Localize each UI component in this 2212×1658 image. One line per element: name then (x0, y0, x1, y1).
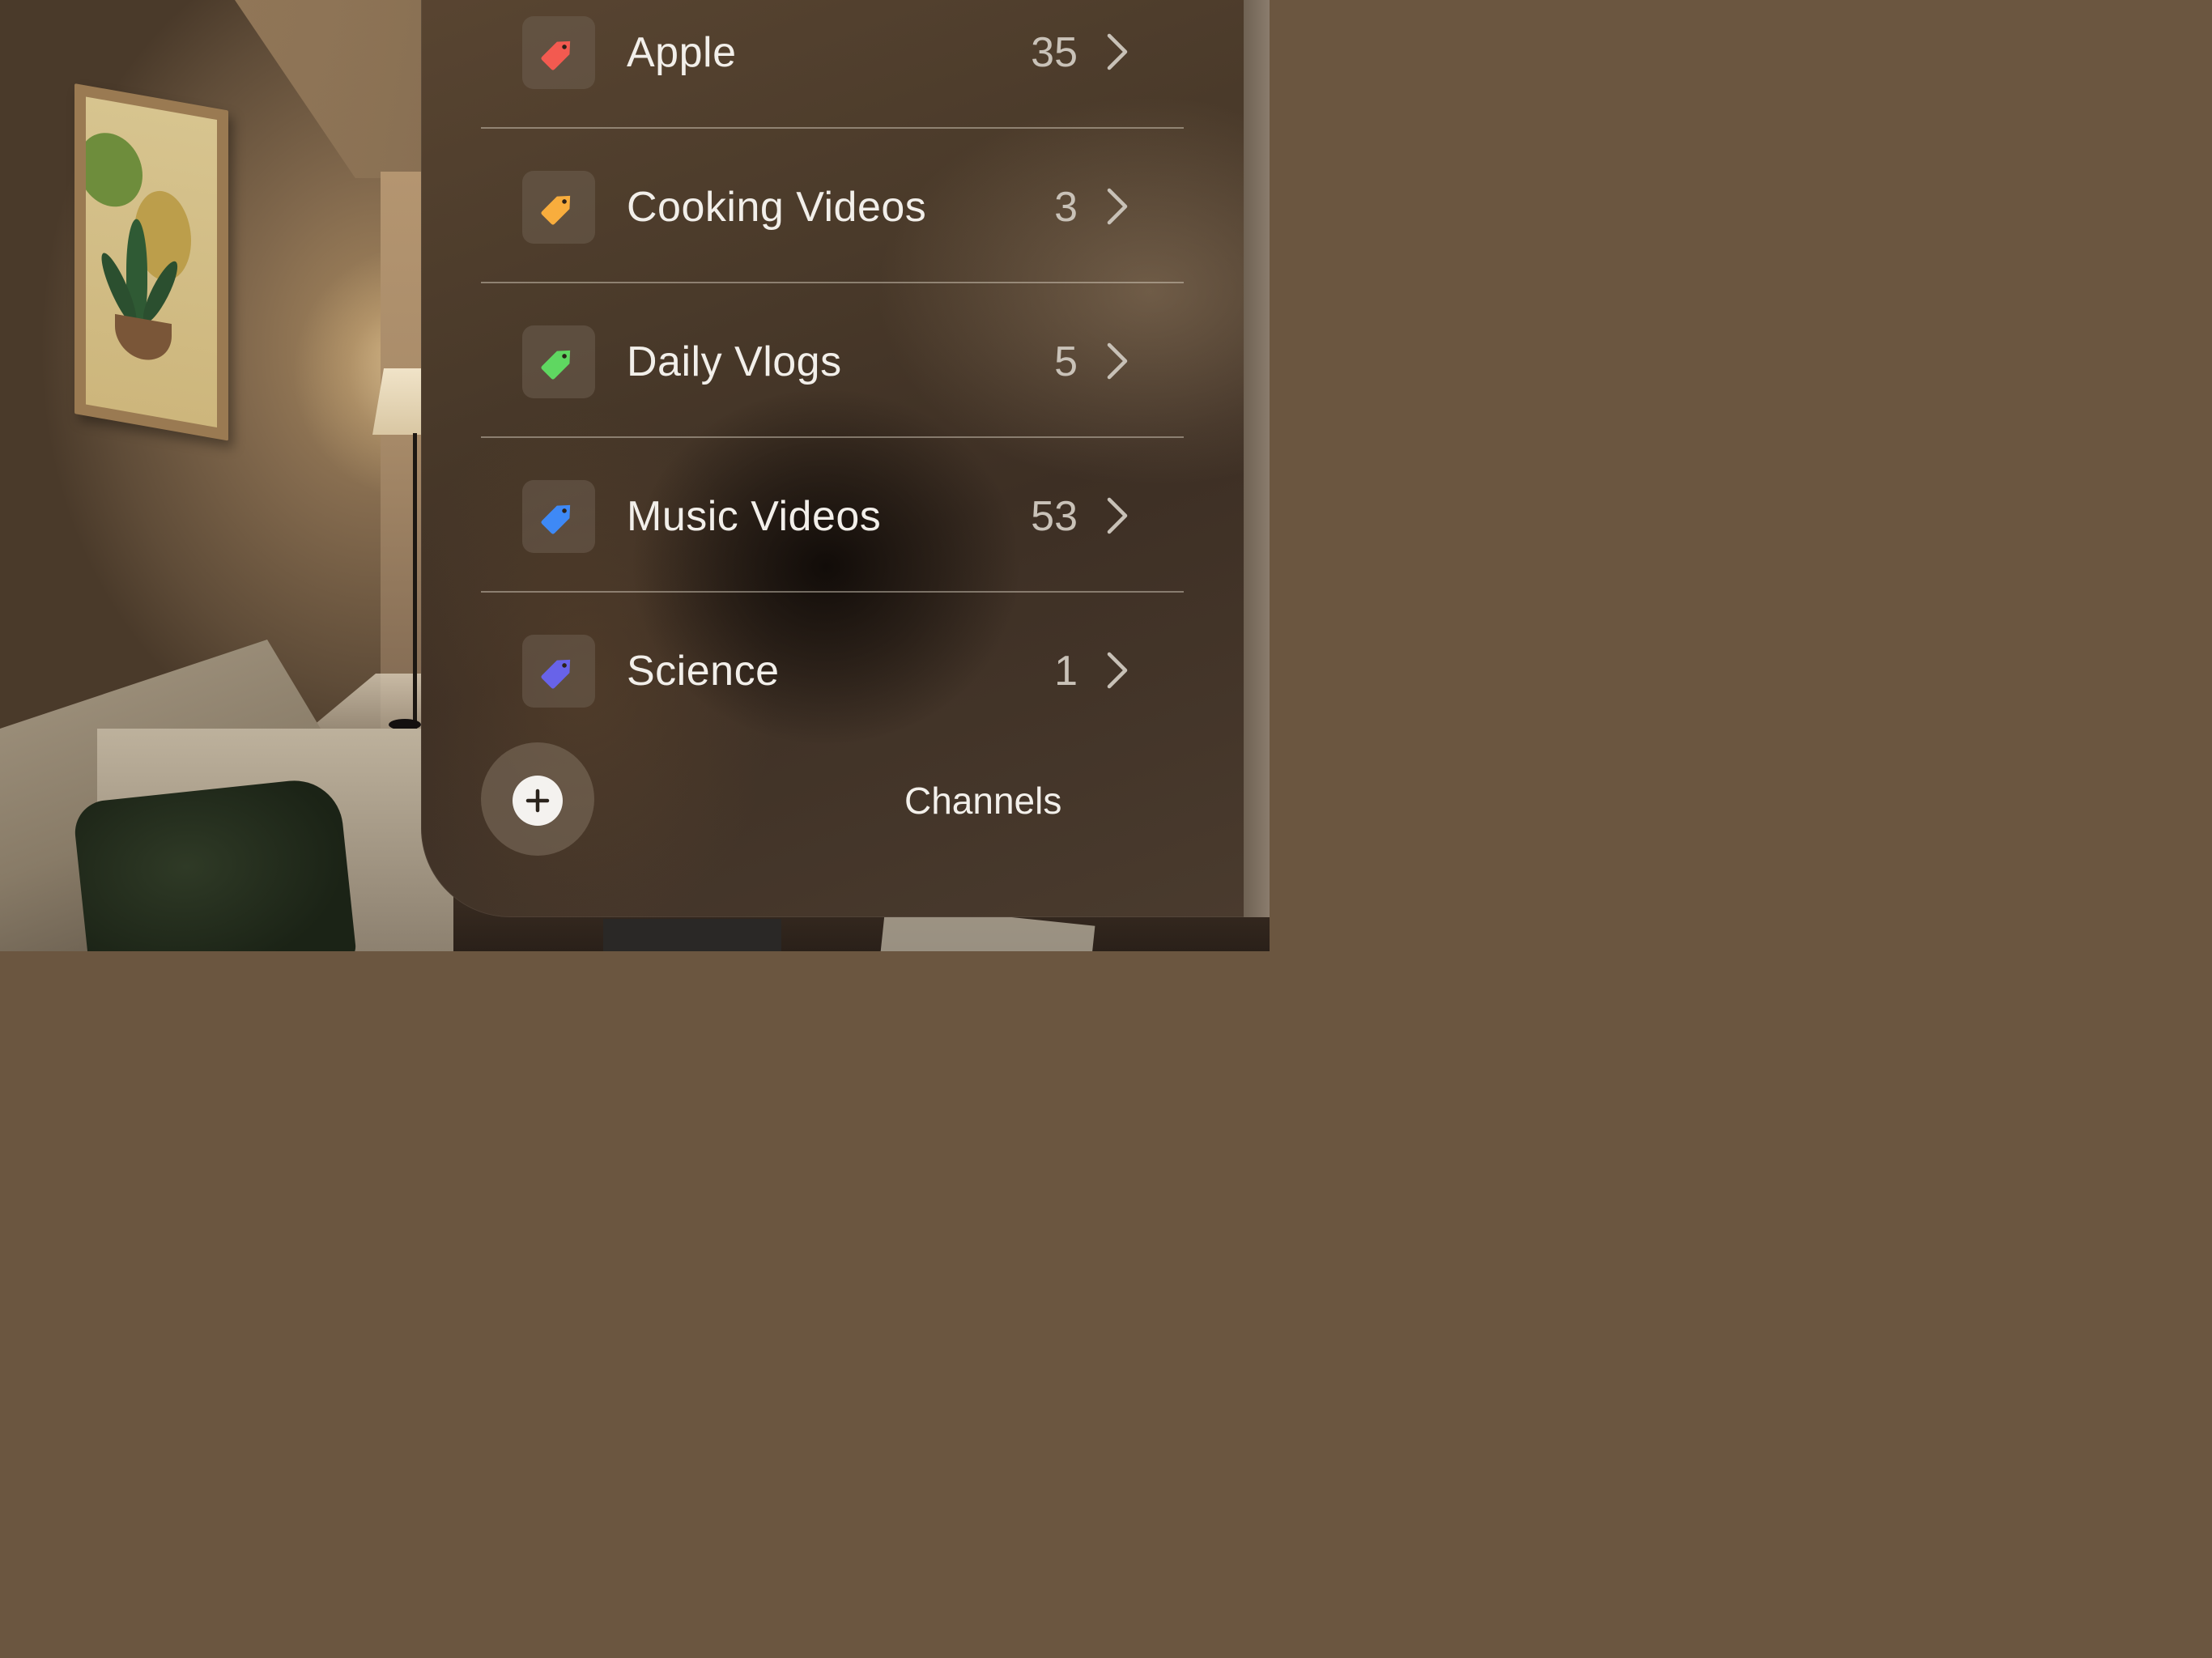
list-item[interactable]: Science 1 (481, 593, 1184, 730)
chevron-right-icon (1107, 497, 1128, 534)
add-channel-button[interactable] (481, 742, 594, 856)
tag-icon-box (522, 480, 595, 553)
channel-list: Apple 35 Cooking Videos 3 Daily Vlogs 5 … (481, 0, 1184, 730)
chevron-right-icon (1107, 188, 1128, 225)
chevron-right-icon (1107, 652, 1128, 689)
list-item-count: 5 (1054, 338, 1078, 385)
list-item-label: Apple (627, 29, 737, 76)
wall-art-frame (74, 83, 228, 441)
list-item-label: Science (627, 648, 780, 695)
tag-icon (541, 350, 571, 380)
pillow (71, 776, 358, 951)
list-item-label: Music Videos (627, 493, 882, 540)
tag-icon-box (522, 635, 595, 708)
chevron-right-icon (1107, 342, 1128, 380)
list-item-count: 1 (1054, 648, 1078, 695)
lamp-pole (413, 433, 417, 729)
list-item[interactable]: Daily Vlogs 5 (481, 283, 1184, 438)
tag-icon (541, 504, 571, 534)
coffee-table (603, 919, 781, 951)
plus-icon (513, 776, 563, 826)
tag-icon (541, 195, 571, 225)
list-item-count: 53 (1031, 493, 1078, 540)
list-item-count: 3 (1054, 184, 1078, 231)
tag-icon-box (522, 325, 595, 398)
window-title: Channels (904, 780, 1062, 822)
window-edge (1244, 0, 1270, 917)
tag-icon (541, 40, 571, 70)
list-item-count: 35 (1031, 29, 1078, 76)
list-item[interactable]: Music Videos 53 (481, 438, 1184, 593)
ceiling-edge (235, 0, 429, 178)
tag-icon (541, 659, 571, 689)
list-item-label: Daily Vlogs (627, 338, 842, 385)
wall-art (86, 96, 217, 428)
chevron-right-icon (1107, 33, 1128, 70)
tag-icon-box (522, 16, 595, 89)
list-item[interactable]: Apple 35 (481, 0, 1184, 129)
list-item-label: Cooking Videos (627, 184, 927, 231)
tag-icon-box (522, 171, 595, 244)
list-item[interactable]: Cooking Videos 3 (481, 129, 1184, 283)
